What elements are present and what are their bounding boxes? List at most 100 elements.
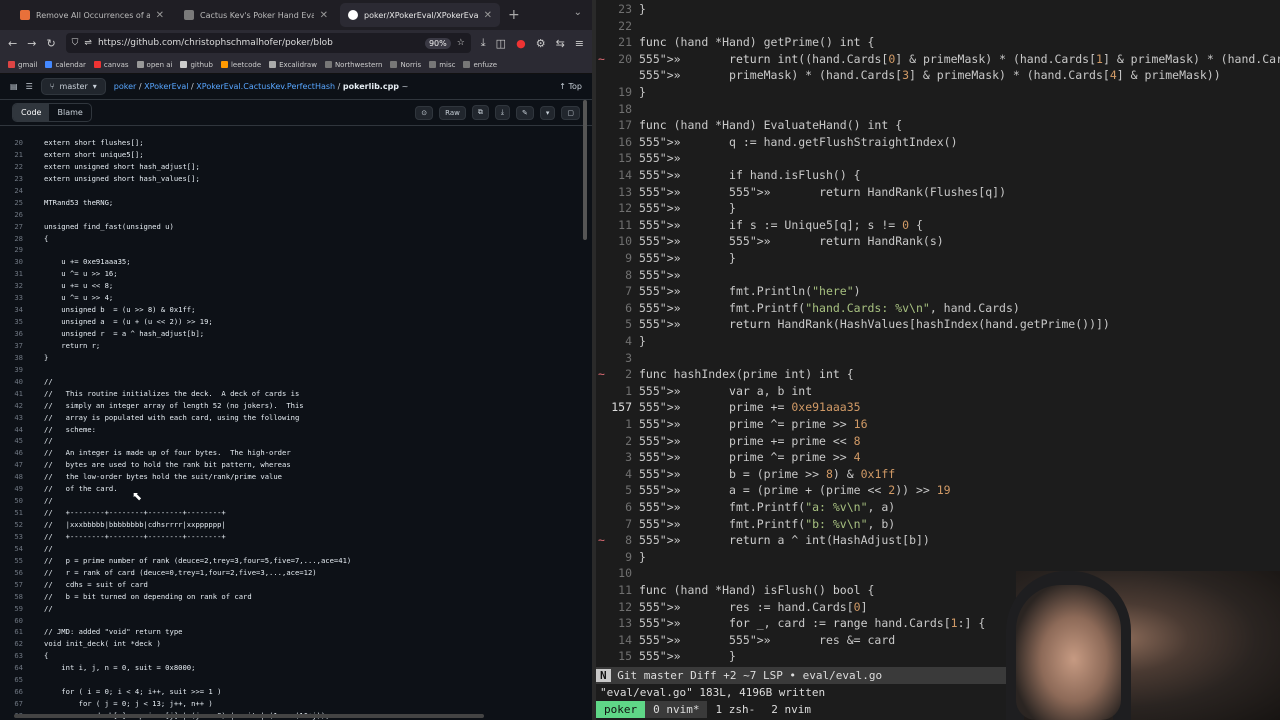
bookmark-item[interactable]: Northwestern <box>324 61 382 69</box>
line-number[interactable]: 55 <box>0 555 44 567</box>
line-number[interactable]: 56 <box>0 567 44 579</box>
line-number[interactable]: 31 <box>0 268 44 280</box>
line-number[interactable]: 40 <box>0 376 44 388</box>
line-number[interactable]: 64 <box>0 662 44 674</box>
breadcrumb-dir1[interactable]: XPokerEval <box>144 82 188 91</box>
close-icon[interactable]: ✕ <box>156 10 164 21</box>
line-number[interactable]: 62 <box>0 638 44 650</box>
zoom-badge[interactable]: 90% <box>424 37 451 49</box>
line-number[interactable]: 44 <box>0 424 44 436</box>
line-number[interactable]: 47 <box>0 459 44 471</box>
line-number[interactable]: 20 <box>0 137 44 149</box>
line-number[interactable]: 61 <box>0 626 44 638</box>
forward-icon[interactable]: → <box>27 37 36 50</box>
line-number[interactable]: 37 <box>0 340 44 352</box>
tab-github-poker[interactable]: poker/XPokerEval/XPokerEval.C ✕ <box>340 3 500 27</box>
line-number[interactable]: 46 <box>0 447 44 459</box>
line-number[interactable]: 33 <box>0 292 44 304</box>
url-bar[interactable]: ⛉ ⇌ https://github.com/christophschmalho… <box>65 33 471 53</box>
line-number[interactable]: 63 <box>0 650 44 662</box>
tab-cactus-kev[interactable]: Cactus Kev's Poker Hand Evalu ✕ <box>176 3 336 27</box>
bookmark-item[interactable]: gmail <box>8 61 37 69</box>
downloads-icon[interactable]: ⤓ <box>481 36 486 50</box>
line-number[interactable]: 28 <box>0 233 44 245</box>
bookmark-item[interactable]: Excalidraw <box>269 61 317 69</box>
bookmark-item[interactable]: calendar <box>45 61 86 69</box>
extension-icon[interactable]: ● <box>516 37 526 50</box>
line-number[interactable]: 26 <box>0 209 44 221</box>
line-number[interactable]: 27 <box>0 221 44 233</box>
pocket-icon[interactable]: ◫ <box>496 37 506 50</box>
line-number[interactable]: 25 <box>0 197 44 209</box>
url-text[interactable]: https://github.com/christophschmalhofer/… <box>98 38 419 48</box>
line-number[interactable]: 49 <box>0 483 44 495</box>
line-number[interactable]: 43 <box>0 412 44 424</box>
line-number[interactable]: 23 <box>0 173 44 185</box>
bookmark-item[interactable]: leetcode <box>220 61 261 69</box>
close-icon[interactable]: ✕ <box>484 10 492 21</box>
back-icon[interactable]: ← <box>8 37 17 50</box>
line-number[interactable]: 36 <box>0 328 44 340</box>
line-number[interactable]: 48 <box>0 471 44 483</box>
download-icon[interactable]: ⤓ <box>494 105 510 120</box>
copilot-icon[interactable]: ⊙ <box>415 105 434 120</box>
line-number[interactable]: 57 <box>0 579 44 591</box>
line-number[interactable]: 58 <box>0 591 44 603</box>
line-number[interactable]: 41 <box>0 388 44 400</box>
bookmark-item[interactable]: open ai <box>136 61 172 69</box>
file-tree-icon[interactable]: ☰ <box>26 82 33 91</box>
new-tab-icon[interactable]: + <box>508 7 520 23</box>
line-number[interactable]: 66 <box>0 686 44 698</box>
line-number[interactable]: 53 <box>0 531 44 543</box>
line-number[interactable]: 45 <box>0 435 44 447</box>
edit-icon[interactable]: ✎ <box>515 105 534 120</box>
line-number[interactable]: 30 <box>0 256 44 268</box>
chevron-down-icon[interactable]: ⌄ <box>574 7 582 18</box>
more-icon[interactable]: ▾ <box>539 105 556 120</box>
sync-icon[interactable]: ⇆ <box>556 37 565 50</box>
close-icon[interactable]: ✕ <box>320 10 328 21</box>
extensions-icon[interactable]: ⚙ <box>536 37 546 50</box>
tmux-window-2[interactable]: 2 nvim <box>763 701 819 718</box>
tmux-window-1[interactable]: 1 zsh- <box>707 701 763 718</box>
line-number[interactable]: 42 <box>0 400 44 412</box>
line-number[interactable]: 67 <box>0 698 44 710</box>
line-number[interactable]: 60 <box>0 615 44 627</box>
bookmark-item[interactable]: github <box>180 61 213 69</box>
top-button[interactable]: ↑ Top <box>559 82 582 91</box>
menu-icon[interactable]: ≡ <box>575 37 584 50</box>
line-number[interactable]: 39 <box>0 364 44 376</box>
raw-button[interactable]: Raw <box>439 105 466 120</box>
line-number[interactable]: 29 <box>0 244 44 256</box>
line-number[interactable]: 34 <box>0 304 44 316</box>
line-number[interactable]: 65 <box>0 674 44 686</box>
breadcrumb-dir2[interactable]: XPokerEval.CactusKev.PerfectHash <box>196 82 335 91</box>
copy-icon[interactable]: ⧉ <box>471 105 489 120</box>
line-number[interactable]: 24 <box>0 185 44 197</box>
bookmark-star-icon[interactable]: ☆ <box>457 38 465 48</box>
line-number[interactable]: 22 <box>0 161 44 173</box>
reload-icon[interactable]: ↻ <box>46 37 55 50</box>
line-number[interactable]: 32 <box>0 280 44 292</box>
tab-code[interactable]: Code <box>13 104 50 121</box>
bookmark-item[interactable]: canvas <box>93 61 129 69</box>
line-number[interactable]: 50 <box>0 495 44 507</box>
line-number[interactable]: 38 <box>0 352 44 364</box>
vertical-scrollbar[interactable] <box>583 100 587 240</box>
line-number[interactable]: 54 <box>0 543 44 555</box>
line-number[interactable]: 52 <box>0 519 44 531</box>
horizontal-scrollbar[interactable] <box>14 714 484 718</box>
symbols-icon[interactable]: ▢ <box>561 105 580 120</box>
bookmark-item[interactable]: misc <box>429 61 455 69</box>
branch-selector[interactable]: ⑂ master ▾ <box>40 78 106 95</box>
line-number[interactable]: 51 <box>0 507 44 519</box>
bookmark-item[interactable]: Norris <box>390 61 421 69</box>
breadcrumb-repo[interactable]: poker <box>114 82 137 91</box>
tab-remove-occurrences[interactable]: Remove All Occurrences of a Sub ✕ <box>12 3 172 27</box>
line-number[interactable]: 35 <box>0 316 44 328</box>
line-number[interactable]: 59 <box>0 603 44 615</box>
sidebar-toggle-icon[interactable]: ▤ <box>10 82 18 91</box>
tmux-window-0[interactable]: 0 nvim* <box>645 701 708 718</box>
bookmark-item[interactable]: enfuze <box>463 61 497 69</box>
tab-blame[interactable]: Blame <box>49 104 90 121</box>
